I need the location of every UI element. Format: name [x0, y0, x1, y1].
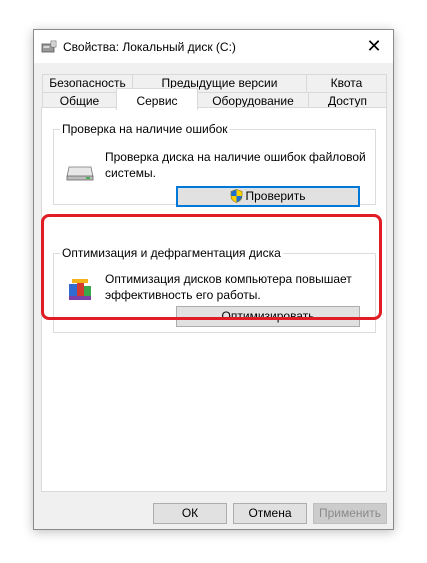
- cancel-button[interactable]: Отмена: [233, 503, 307, 524]
- close-icon: ✕: [366, 36, 382, 56]
- tab-tools[interactable]: Сервис: [116, 88, 198, 110]
- window-title: Свойства: Локальный диск (C:): [63, 40, 236, 54]
- uac-shield-icon: [230, 189, 243, 203]
- optimize-description-1: Оптимизация дисков компьютера повышает: [105, 272, 352, 286]
- drive-properties-icon: [41, 40, 57, 54]
- hard-drive-icon: [66, 165, 94, 181]
- defrag-icon: [67, 276, 93, 302]
- close-button[interactable]: ✕: [355, 30, 393, 63]
- optimize-button[interactable]: Оптимизировать: [176, 306, 360, 327]
- tab-quota[interactable]: Квота: [306, 74, 387, 92]
- apply-button[interactable]: Применить: [313, 503, 387, 524]
- optimize-title: Оптимизация и дефрагментация диска: [60, 246, 283, 260]
- optimize-button-label: Оптимизировать: [221, 309, 315, 323]
- error-check-description-2: системы.: [105, 166, 156, 180]
- tools-panel: Проверка на наличие ошибок Проверка диск…: [41, 107, 387, 492]
- properties-window: Свойства: Локальный диск (C:) ✕ Безопасн…: [33, 29, 394, 530]
- check-button[interactable]: Проверить: [176, 186, 360, 207]
- optimize-description-2: эффективность его работы.: [105, 288, 261, 302]
- ok-button[interactable]: ОК: [153, 503, 227, 524]
- error-check-title: Проверка на наличие ошибок: [60, 122, 230, 136]
- error-check-group: Проверка на наличие ошибок Проверка диск…: [53, 122, 376, 207]
- error-check-description-1: Проверка диска на наличие ошибок файлово…: [105, 150, 366, 164]
- title-bar: Свойства: Локальный диск (C:) ✕: [34, 30, 393, 63]
- check-button-label: Проверить: [245, 189, 306, 203]
- optimize-group: Оптимизация и дефрагментация диска Оптим…: [53, 246, 376, 333]
